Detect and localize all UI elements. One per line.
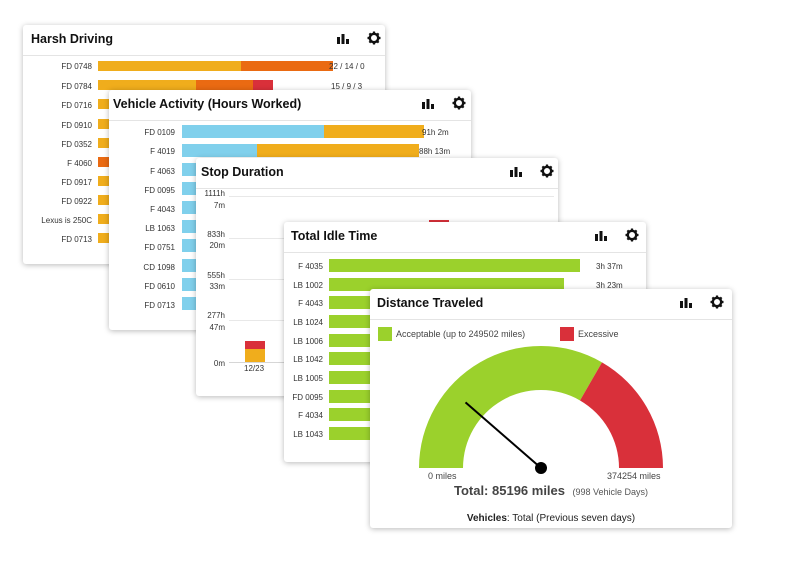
y-tick-label: 277h [207, 311, 225, 320]
y-tick-label: 0m [213, 359, 225, 368]
gauge-band-acceptable [419, 346, 602, 468]
total-label: Total: 85196 miles [453, 483, 566, 498]
row-label: LB 1063 [145, 224, 175, 233]
total-readout: Total: 85196 miles (998 Vehicle Days) [370, 482, 732, 500]
gear-icon[interactable] [625, 228, 639, 242]
gauge-needle [464, 401, 542, 469]
row-label: CD 1098 [143, 263, 175, 272]
y-tick-label: 1111h [204, 189, 225, 198]
bar-segment [329, 408, 374, 421]
bar-chart-icon[interactable] [421, 96, 435, 110]
bar-segment [329, 427, 374, 440]
gauge-needle-hub [535, 462, 547, 474]
row-label: FD 0784 [61, 82, 92, 91]
row-label: FD 0748 [61, 62, 92, 71]
row-label: F 4060 [67, 159, 92, 168]
row-label: LB 1005 [293, 374, 323, 383]
bar-segment [245, 341, 265, 349]
bar-segment [245, 349, 265, 362]
row-label: Lexus is 250C [41, 216, 92, 225]
row-label: F 4043 [150, 205, 175, 214]
total-sub: (998 Vehicle Days) [572, 487, 649, 497]
bar-segment [98, 61, 241, 71]
card-header: Total Idle Time [284, 222, 646, 253]
bar-segment [329, 334, 374, 347]
gear-icon[interactable] [540, 164, 554, 178]
bar-segment [253, 80, 273, 90]
row-value: 3h 37m [596, 262, 623, 271]
gear-icon[interactable] [367, 31, 381, 45]
bar-chart-icon[interactable] [594, 228, 608, 242]
row-label: FD 0713 [144, 301, 175, 310]
bar-segment [324, 125, 424, 138]
row-label: FD 0109 [144, 128, 175, 137]
card-title: Stop Duration [201, 165, 284, 179]
card-title: Harsh Driving [31, 32, 113, 46]
row-label: FD 0751 [144, 243, 175, 252]
row-label: F 4034 [298, 411, 323, 420]
y-tick-label: 555h [207, 271, 225, 280]
row-label: F 4035 [298, 262, 323, 271]
y-tick-label: 7m [213, 201, 225, 210]
footer-bold: Vehicles [466, 513, 507, 524]
card-header: Harsh Driving [23, 25, 385, 56]
footer-rest: : Total (Previous seven days) [506, 513, 636, 524]
gear-icon[interactable] [452, 96, 466, 110]
row-label: LB 1024 [293, 318, 323, 327]
row-label: LB 1042 [293, 355, 323, 364]
x-tick-label: 12/23 [244, 364, 265, 373]
row-label: FD 0095 [144, 186, 175, 195]
row-label: FD 0095 [292, 393, 323, 402]
row-label: FD 0917 [61, 178, 92, 187]
row-label: FD 0352 [61, 140, 92, 149]
gauge-min-label: 0 miles [428, 471, 457, 481]
row-value: 22 / 14 / 0 [329, 62, 365, 71]
y-tick-label: 20m [209, 241, 225, 250]
card-header: Vehicle Activity (Hours Worked) [109, 90, 471, 121]
row-label: FD 0716 [61, 101, 92, 110]
row-label: LB 1043 [293, 430, 323, 439]
bar-segment [329, 315, 374, 328]
row-label: F 4043 [298, 299, 323, 308]
card-title: Total Idle Time [291, 229, 378, 243]
bar-segment [329, 390, 374, 403]
bar-segment [329, 259, 580, 272]
gauge-max-label: 374254 miles [607, 471, 661, 481]
y-tick-label: 47m [209, 323, 225, 332]
gridline [229, 196, 554, 197]
row-value: 88h 13m [419, 147, 451, 156]
bar-segment [182, 144, 257, 157]
row-label: FD 0610 [144, 282, 175, 291]
row-label: F 4019 [150, 147, 175, 156]
bar-segment [257, 144, 419, 157]
row-label: FD 0922 [61, 197, 92, 206]
row-label: FD 0713 [61, 235, 92, 244]
bar-segment [182, 125, 324, 138]
bar-segment [329, 352, 374, 365]
row-value: 91h 2m [422, 128, 449, 137]
footer-note: Vehicles: Total (Previous seven days) [370, 513, 732, 524]
bar-segment [98, 80, 196, 90]
row-label: FD 0910 [61, 121, 92, 130]
y-tick-label: 33m [209, 282, 225, 291]
bar-chart-icon[interactable] [336, 31, 350, 45]
bar-segment [196, 80, 253, 90]
bar-chart-icon[interactable] [509, 164, 523, 178]
row-label: F 4063 [150, 167, 175, 176]
card-header: Stop Duration [196, 158, 558, 189]
y-tick-label: 833h [207, 230, 225, 239]
card-title: Vehicle Activity (Hours Worked) [113, 97, 302, 111]
bar-segment [329, 371, 374, 384]
row-label: LB 1002 [293, 281, 323, 290]
bar-segment [241, 61, 333, 71]
distance-traveled-card: Distance Traveled Acceptable (up to 2495… [370, 289, 732, 528]
bar-segment [329, 296, 374, 309]
row-label: LB 1006 [293, 337, 323, 346]
